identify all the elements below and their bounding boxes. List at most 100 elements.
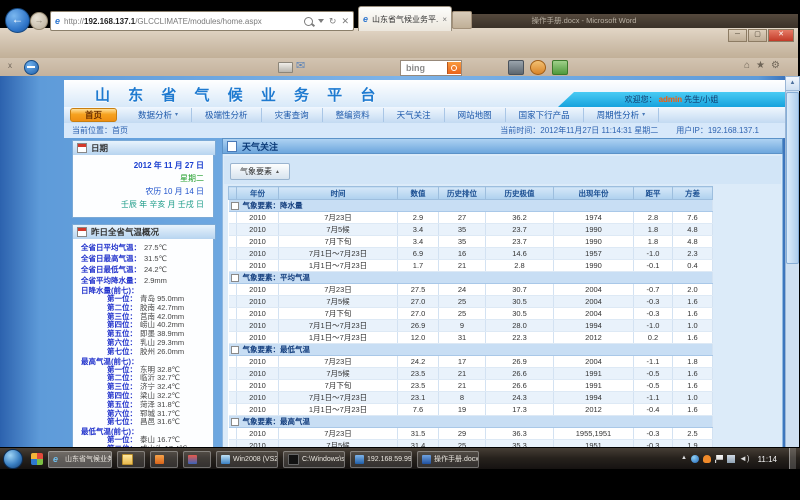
mail-icon[interactable]: ✉ bbox=[296, 59, 305, 72]
pinned-app-icon[interactable] bbox=[31, 453, 43, 465]
action-center-flag-icon[interactable] bbox=[715, 455, 723, 463]
table-row[interactable]: 20107月5候27.02530.52004-0.31.6 bbox=[229, 296, 713, 308]
close-button[interactable]: ✕ bbox=[768, 29, 794, 42]
taskbar-button-3[interactable]: 操作手册.docx ... bbox=[417, 451, 479, 468]
camera-toolbar-icon[interactable] bbox=[508, 60, 524, 75]
tab-title[interactable]: 山东省气候业务平... bbox=[372, 14, 438, 25]
nav-item-5[interactable]: 天气关注 bbox=[384, 108, 445, 122]
cell-3: 29 bbox=[439, 428, 486, 440]
hidden-icons-arrow[interactable]: ▲ bbox=[681, 455, 687, 463]
new-tab-button[interactable] bbox=[452, 11, 472, 29]
settings-gear-icon[interactable]: ⚙ bbox=[771, 60, 780, 71]
calendar-panel-header: 日期 bbox=[72, 140, 216, 156]
table-row[interactable]: 20107月1日～7月23日23.1824.31994-1.11.0 bbox=[229, 392, 713, 404]
addon-icon[interactable] bbox=[24, 60, 39, 75]
table-row[interactable]: 20101月1日～7月23日12.03122.320120.21.6 bbox=[229, 332, 713, 344]
maximize-button[interactable]: ▢ bbox=[748, 29, 767, 42]
status-bar: 当前位置：首页 当前时间：2012年11月27日 11:14:31 星期二 用户… bbox=[64, 123, 785, 138]
taskbar-button-2[interactable]: 192.168.59.99... bbox=[350, 451, 412, 468]
network-status-icon[interactable] bbox=[727, 455, 735, 463]
user-ip: 用户IP：192.168.137.1 bbox=[676, 125, 759, 136]
table-row[interactable]: 20107月1日～7月23日6.91614.61957-1.02.3 bbox=[229, 248, 713, 260]
scroll-up-arrow[interactable]: ▲ bbox=[785, 76, 800, 91]
search-icon[interactable] bbox=[304, 17, 313, 26]
taskbar-explorer-button[interactable] bbox=[117, 451, 145, 468]
network-globe-icon[interactable] bbox=[691, 455, 699, 463]
printer-icon[interactable] bbox=[278, 62, 293, 73]
lead-cell bbox=[229, 356, 237, 368]
favorites-star-icon[interactable]: ★ bbox=[756, 60, 765, 71]
chevron-down-icon[interactable] bbox=[318, 19, 324, 23]
tab-close-icon[interactable]: × bbox=[442, 15, 447, 24]
summary-label: 第五位： bbox=[107, 329, 137, 338]
nav-item-4[interactable]: 整编资料 bbox=[323, 108, 384, 122]
addon-close-icon[interactable]: x bbox=[8, 61, 12, 70]
stop-icon[interactable]: ✕ bbox=[341, 17, 349, 26]
cloud-tray-icon[interactable] bbox=[703, 455, 711, 463]
taskbar-button-1[interactable]: C:\Windows\sy... bbox=[283, 451, 345, 468]
show-desktop-button[interactable] bbox=[789, 448, 796, 470]
taskbar-ie-button[interactable]: e 山东省气候业务平... bbox=[48, 451, 112, 468]
nav-item-3[interactable]: 灾害查询 bbox=[262, 108, 323, 122]
address-bar[interactable]: e http://192.168.137.1/GLCCLIMATE/module… bbox=[50, 11, 354, 31]
tb-vm-icon bbox=[221, 455, 230, 464]
table-row[interactable]: 20107月5候3.43523.719901.84.8 bbox=[229, 224, 713, 236]
home-icon[interactable]: ⌂ bbox=[744, 60, 750, 71]
document-icon bbox=[227, 141, 237, 152]
site-title: 山 东 省 气 候 业 务 平 台 bbox=[95, 84, 382, 105]
bing-search-button[interactable] bbox=[447, 62, 461, 74]
group-checkbox[interactable] bbox=[231, 274, 239, 282]
summary-label: 第四位： bbox=[107, 391, 137, 400]
table-row[interactable]: 20107月23日31.52936.31955,1951-0.32.5 bbox=[229, 428, 713, 440]
browser-tab[interactable]: e 山东省气候业务平... × bbox=[358, 6, 452, 31]
group-row-3[interactable]: 气象要素：最高气温 bbox=[229, 416, 713, 428]
summary-value: 乳山 29.3mm bbox=[140, 338, 184, 347]
taskbar-app1-button[interactable] bbox=[150, 451, 178, 468]
group-checkbox[interactable] bbox=[231, 202, 239, 210]
back-button[interactable]: ← bbox=[5, 8, 30, 33]
group-checkbox[interactable] bbox=[231, 418, 239, 426]
cell-0: 2010 bbox=[237, 212, 279, 224]
start-button[interactable] bbox=[3, 449, 23, 469]
table-row[interactable]: 20107月下旬23.52126.61991-0.51.6 bbox=[229, 380, 713, 392]
table-row[interactable]: 20101月1日～7月23日7.61917.32012-0.41.6 bbox=[229, 404, 713, 416]
table-row[interactable]: 20107月5候23.52126.61991-0.51.6 bbox=[229, 368, 713, 380]
cell-6: -1.1 bbox=[634, 356, 673, 368]
cell-2: 23.1 bbox=[398, 392, 439, 404]
url-text[interactable]: http://192.168.137.1/GLCCLIMATE/modules/… bbox=[64, 17, 304, 26]
forward-button[interactable]: → bbox=[30, 12, 48, 30]
element-filter-button[interactable]: 气象要素 ▲ bbox=[230, 163, 290, 180]
group-row-0[interactable]: 气象要素：降水量 bbox=[229, 200, 713, 212]
nav-item-2[interactable]: 极端性分析 bbox=[192, 108, 262, 122]
nav-item-8[interactable]: 周期性分析▾ bbox=[584, 108, 660, 122]
group-row-1[interactable]: 气象要素：平均气温 bbox=[229, 272, 713, 284]
table-row[interactable]: 20101月1日～7月23日1.7212.81990-0.10.4 bbox=[229, 260, 713, 272]
bing-search-box[interactable]: bing bbox=[400, 60, 462, 76]
table-row[interactable]: 20107月23日27.52430.72004-0.72.0 bbox=[229, 284, 713, 296]
paw-toolbar-icon[interactable] bbox=[530, 60, 546, 75]
table-row[interactable]: 20107月23日2.92736.219742.87.6 bbox=[229, 212, 713, 224]
minimize-button[interactable]: ─ bbox=[728, 29, 747, 42]
taskbar-app2-button[interactable] bbox=[183, 451, 211, 468]
cell-2: 2.9 bbox=[398, 212, 439, 224]
cell-0: 2010 bbox=[237, 224, 279, 236]
table-row[interactable]: 20107月23日24.21726.92004-1.11.8 bbox=[229, 356, 713, 368]
taskbar-clock[interactable]: 11:14 bbox=[754, 455, 785, 464]
table-row[interactable]: 20107月下旬27.02530.52004-0.31.6 bbox=[229, 308, 713, 320]
table-row[interactable]: 20107月下旬3.43523.719901.84.8 bbox=[229, 236, 713, 248]
group-row-2[interactable]: 气象要素：最低气温 bbox=[229, 344, 713, 356]
group-checkbox[interactable] bbox=[231, 346, 239, 354]
cell-2: 27.5 bbox=[398, 284, 439, 296]
nav-item-6[interactable]: 网站地图 bbox=[445, 108, 506, 122]
volume-icon[interactable]: ◄) bbox=[739, 455, 750, 463]
nav-item-7[interactable]: 国家下行产品 bbox=[506, 108, 584, 122]
nav-item-0[interactable]: 首页 bbox=[70, 108, 117, 122]
addon-toolbar-icon[interactable] bbox=[552, 60, 568, 75]
table-row[interactable]: 20107月1日～7月23日26.9928.01994-1.01.0 bbox=[229, 320, 713, 332]
cell-3: 27 bbox=[439, 212, 486, 224]
cell-2: 27.0 bbox=[398, 308, 439, 320]
refresh-icon[interactable]: ↻ bbox=[329, 17, 337, 26]
scrollbar-thumb[interactable] bbox=[786, 92, 799, 264]
taskbar-button-0[interactable]: Win2008 (VS2... bbox=[216, 451, 278, 468]
nav-item-1[interactable]: 数据分析▾ bbox=[125, 108, 192, 122]
